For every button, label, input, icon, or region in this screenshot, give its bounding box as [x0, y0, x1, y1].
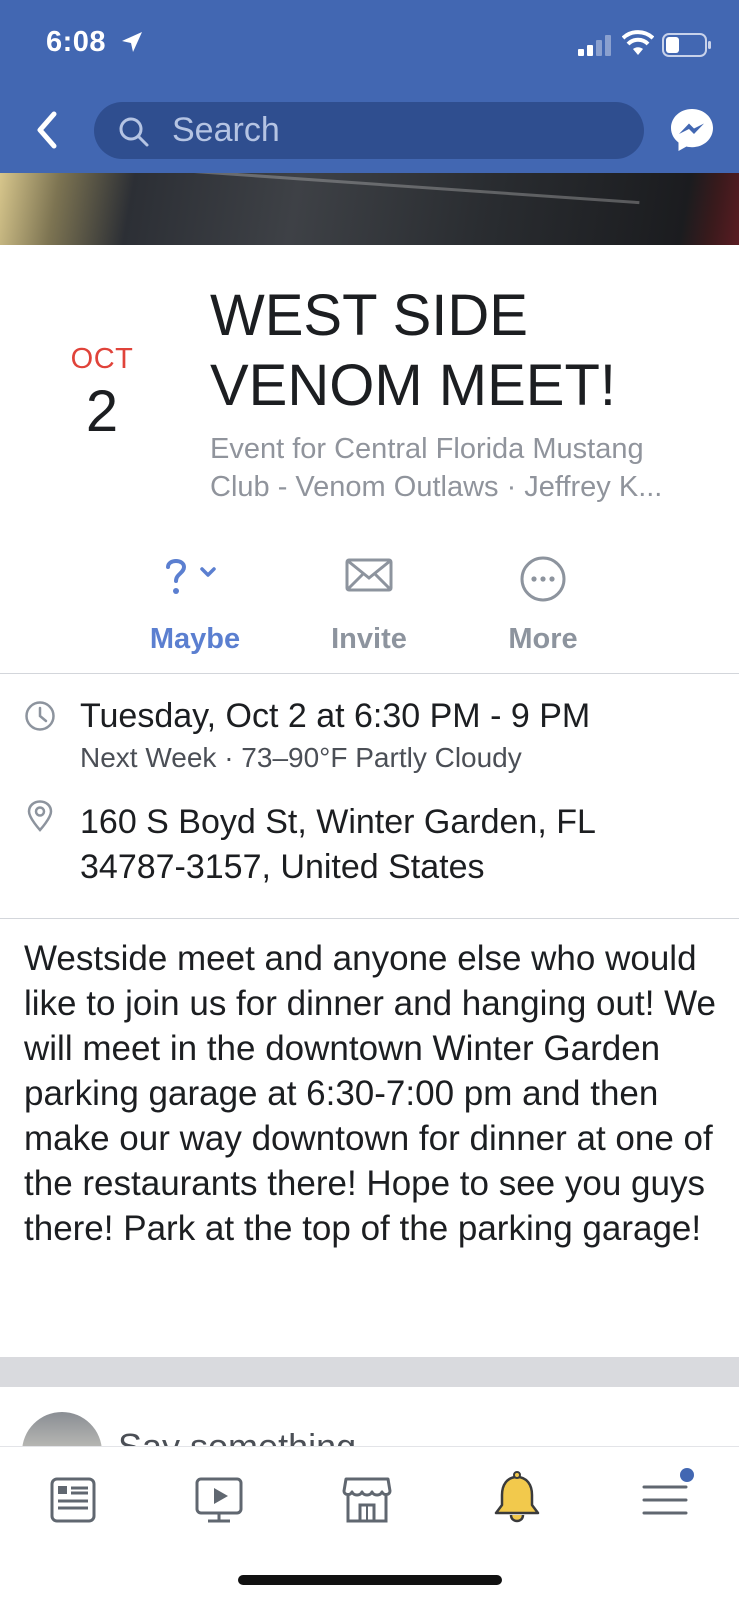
- location-pin-icon: [27, 800, 53, 832]
- event-host-line[interactable]: Event for Central Florida Mustang Club -…: [210, 430, 710, 506]
- news-feed-icon: [50, 1477, 96, 1523]
- more-dots-icon: [520, 556, 566, 602]
- home-indicator[interactable]: [238, 1575, 502, 1585]
- event-datetime[interactable]: Tuesday, Oct 2 at 6:30 PM - 9 PM: [80, 694, 590, 738]
- event-address-line1[interactable]: 160 S Boyd St, Winter Garden, FL: [80, 800, 596, 844]
- battery-icon: [662, 33, 711, 57]
- back-chevron-icon[interactable]: [30, 108, 64, 152]
- top-bar: 6:08: [0, 0, 739, 173]
- cover-photo-detail: [120, 173, 640, 205]
- wifi-icon: [622, 30, 654, 55]
- invite-button[interactable]: Invite: [294, 555, 444, 665]
- tab-watch[interactable]: [184, 1465, 254, 1535]
- more-button[interactable]: More: [468, 555, 618, 665]
- maybe-button[interactable]: Maybe: [120, 555, 270, 665]
- search-bar[interactable]: [94, 102, 644, 159]
- question-mark-icon: [166, 559, 216, 594]
- event-address-line2[interactable]: 34787-3157, United States: [80, 845, 485, 889]
- search-input[interactable]: [172, 108, 612, 152]
- notifications-bell-icon: [494, 1471, 540, 1523]
- section-divider: [0, 918, 739, 919]
- event-description: Westside meet and anyone else who would …: [24, 939, 717, 1248]
- invite-label: Invite: [331, 623, 407, 655]
- event-weather: Next Week · 73–90°F Partly Cloudy: [80, 742, 522, 773]
- event-cover-photo[interactable]: [0, 173, 739, 245]
- menu-notification-dot: [680, 1468, 694, 1482]
- tab-notifications[interactable]: [482, 1465, 552, 1535]
- section-separator-band: [0, 1357, 739, 1387]
- nav-bar: [0, 92, 739, 173]
- location-arrow-icon: [122, 32, 142, 52]
- marketplace-icon: [342, 1477, 392, 1523]
- messenger-icon[interactable]: [668, 106, 716, 154]
- status-bar: 6:08: [0, 0, 739, 92]
- status-time: 6:08: [46, 26, 107, 58]
- tab-marketplace[interactable]: [332, 1465, 402, 1535]
- event-date-month: OCT: [70, 343, 134, 375]
- maybe-label: Maybe: [149, 623, 241, 655]
- event-title: WEST SIDE VENOM MEET!: [210, 283, 617, 418]
- watch-icon: [195, 1477, 243, 1523]
- cellular-signal-icon: [578, 35, 611, 56]
- search-icon: [119, 117, 149, 147]
- envelope-icon: [345, 558, 393, 592]
- tab-news-feed[interactable]: [38, 1465, 108, 1535]
- clock-icon: [25, 701, 55, 731]
- section-divider: [0, 673, 739, 674]
- event-date-day: 2: [85, 379, 119, 444]
- more-label: More: [508, 623, 578, 655]
